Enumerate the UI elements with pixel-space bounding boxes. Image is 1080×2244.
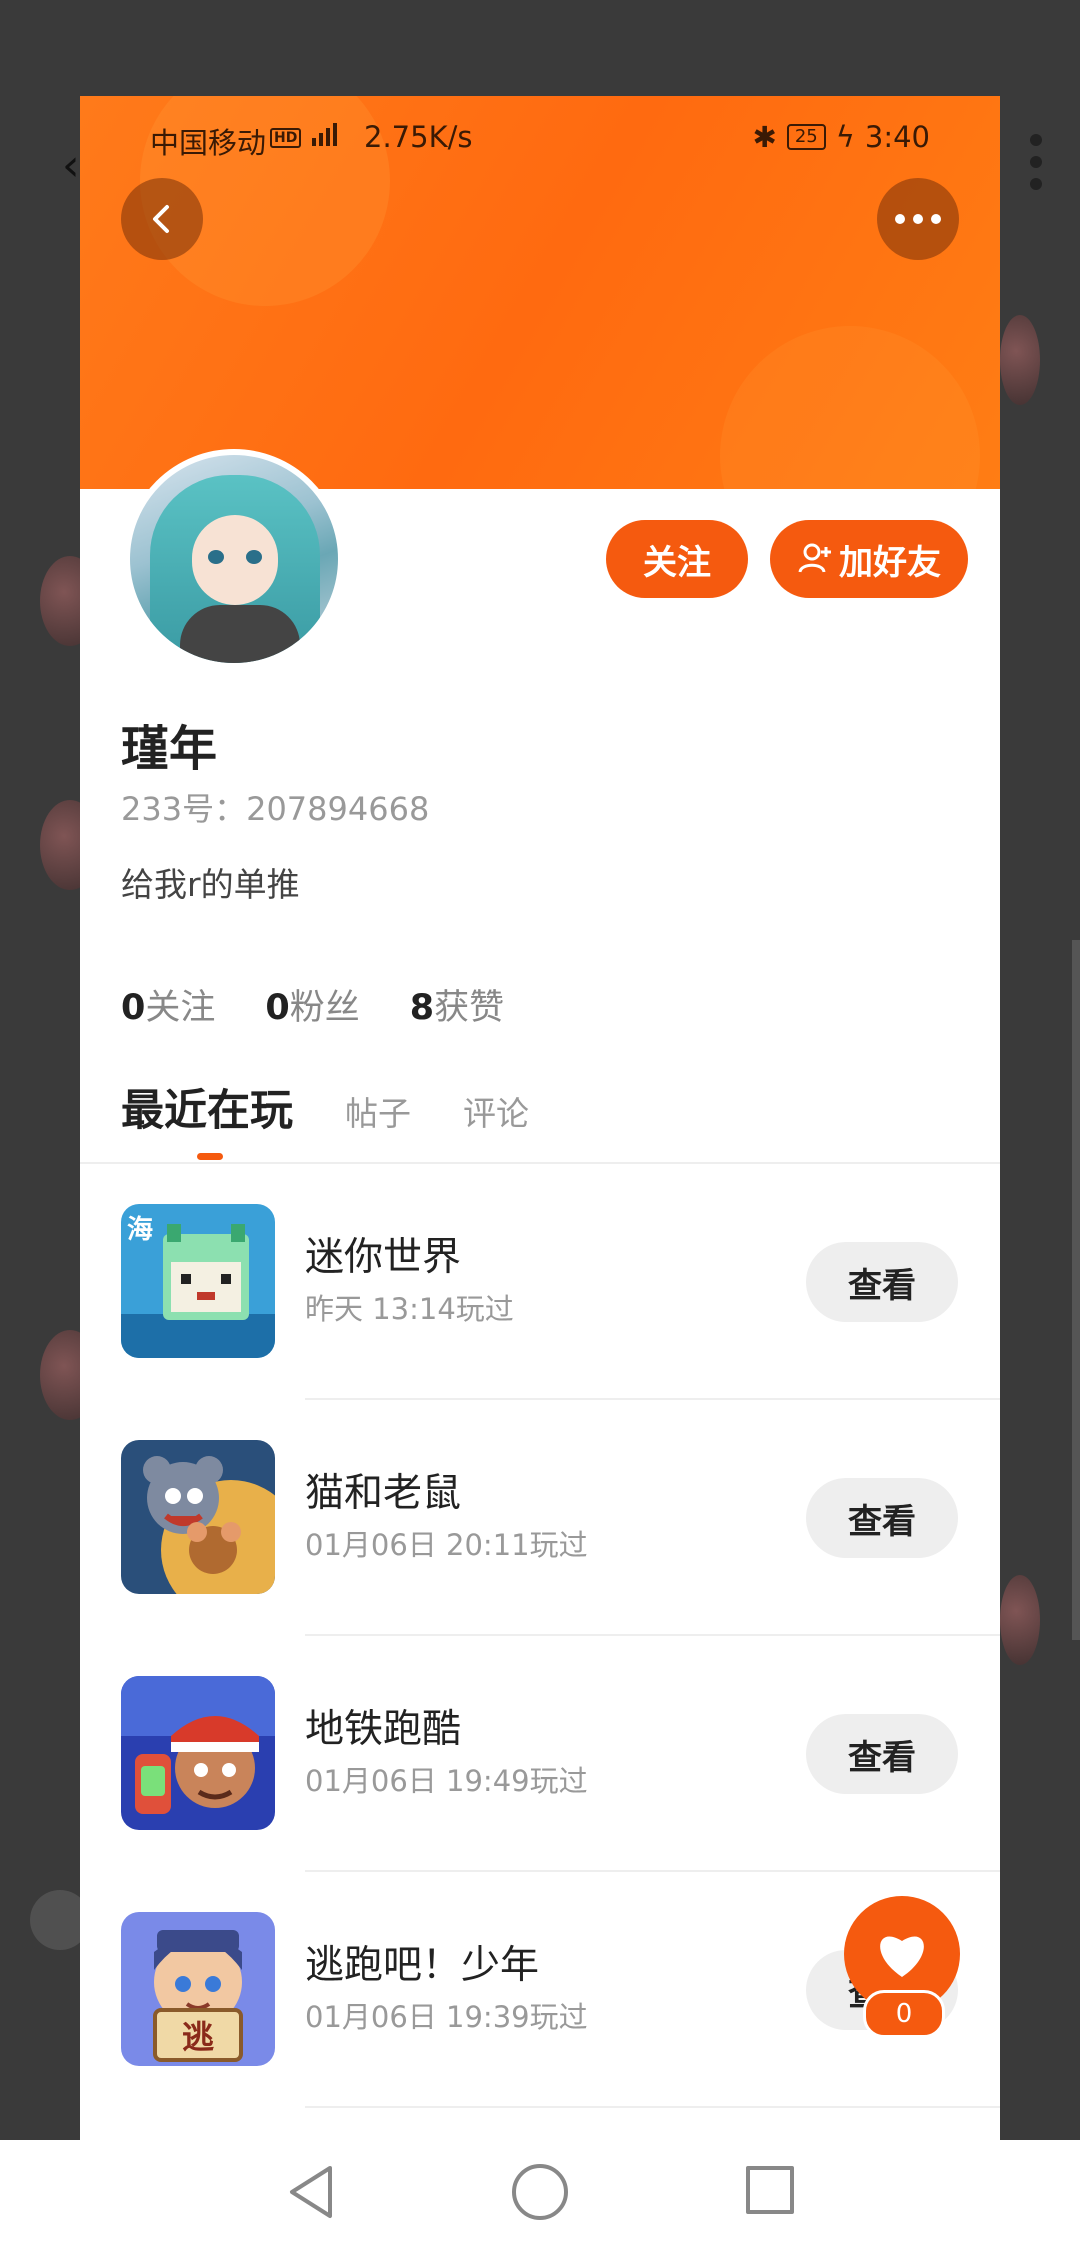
tab-indicator [197, 1153, 223, 1160]
nav-recent-apps-icon[interactable] [746, 2166, 794, 2214]
game-played-time: 01月06日 19:49玩过 [305, 1764, 588, 1798]
more-options-button[interactable] [877, 178, 959, 260]
carrier-label: 中国移动 [150, 126, 267, 160]
hd-badge-icon: HD [270, 128, 302, 148]
charging-icon: ϟ [835, 120, 855, 154]
back-arrow-icon [153, 205, 169, 233]
battery-icon: 25 [786, 124, 826, 150]
profile-tabs: 最近在玩 帖子 评论 [121, 1076, 529, 1156]
game-title: 迷你世界 [305, 1235, 462, 1280]
view-button[interactable]: 查看 [806, 1242, 958, 1322]
nav-back-icon[interactable] [286, 2164, 336, 2220]
system-navigation-bar [0, 2140, 1080, 2244]
tab-posts[interactable]: 帖子 [345, 1087, 411, 1135]
more-icon [895, 214, 941, 224]
follow-button[interactable]: 关注 [606, 520, 748, 598]
background-more-icon [1030, 134, 1042, 200]
game-title: 逃跑吧！少年 [305, 1943, 540, 1988]
svg-text:海: 海 [127, 1215, 153, 1245]
game-icon-subway-surfers [121, 1676, 275, 1830]
game-title: 地铁跑酷 [305, 1707, 462, 1752]
add-friend-label: 加好友 [839, 542, 941, 583]
game-icon-mini-world: 海 [121, 1204, 275, 1358]
bluetooth-icon: ✱ [752, 120, 777, 154]
back-button[interactable] [121, 178, 203, 260]
add-friend-button[interactable]: 加好友 [770, 520, 968, 598]
game-played-time: 01月06日 20:11玩过 [305, 1528, 588, 1562]
tab-recent-played[interactable]: 最近在玩 [121, 1076, 293, 1138]
view-button[interactable]: 查看 [806, 1714, 958, 1794]
heart-icon [880, 1936, 924, 1977]
list-item[interactable]: 海 迷你世界 昨天 13:14玩过 查看 [80, 1164, 1000, 1400]
profile-card: 中国移动 HD 2.75K/s ✱ 25 ϟ 3:40 关注 加好友 瑾年 23… [80, 96, 1000, 2140]
tab-comments[interactable]: 评论 [463, 1087, 529, 1135]
user-id: 233号：207894668 [121, 790, 430, 828]
profile-header-banner: 中国移动 HD 2.75K/s ✱ 25 ϟ 3:40 [80, 96, 1000, 489]
like-count-badge: 0 [863, 1990, 945, 2038]
game-played-time: 昨天 13:14玩过 [305, 1292, 514, 1326]
background-avatar [1000, 1575, 1040, 1665]
list-item[interactable]: 猫和老鼠 01月06日 20:11玩过 查看 [80, 1400, 1000, 1636]
background-avatar [1000, 315, 1040, 405]
game-title: 猫和老鼠 [305, 1471, 462, 1516]
game-icon-tom-and-jerry [121, 1440, 275, 1594]
network-speed: 2.75K/s [364, 120, 473, 154]
avatar[interactable] [124, 449, 344, 669]
background-scrollbar [1072, 940, 1080, 1640]
follow-label: 关注 [643, 542, 711, 583]
nav-home-icon[interactable] [512, 2164, 568, 2220]
list-item[interactable]: 地铁跑酷 01月06日 19:49玩过 查看 [80, 1636, 1000, 1872]
stats-row: 0关注 0粉丝 8获赞 [121, 979, 504, 1030]
add-user-icon [798, 543, 831, 573]
signal-icon [312, 120, 337, 146]
user-bio: 给我r的单推 [121, 865, 300, 904]
user-name: 瑾年 [121, 721, 218, 777]
background-back-arrow: ‹ [62, 140, 80, 191]
view-button[interactable]: 查看 [806, 1478, 958, 1558]
game-icon-run-boy: 逃 [121, 1912, 275, 2066]
svg-text:逃: 逃 [182, 2018, 214, 2056]
status-bar: 中国移动 HD 2.75K/s ✱ 25 ϟ 3:40 [80, 110, 1000, 160]
game-played-time: 01月06日 19:39玩过 [305, 2000, 588, 2034]
stat-following[interactable]: 0关注 [121, 979, 215, 1030]
stat-likes[interactable]: 8获赞 [410, 979, 504, 1030]
clock: 3:40 [864, 120, 930, 154]
stat-fans[interactable]: 0粉丝 [265, 979, 359, 1030]
